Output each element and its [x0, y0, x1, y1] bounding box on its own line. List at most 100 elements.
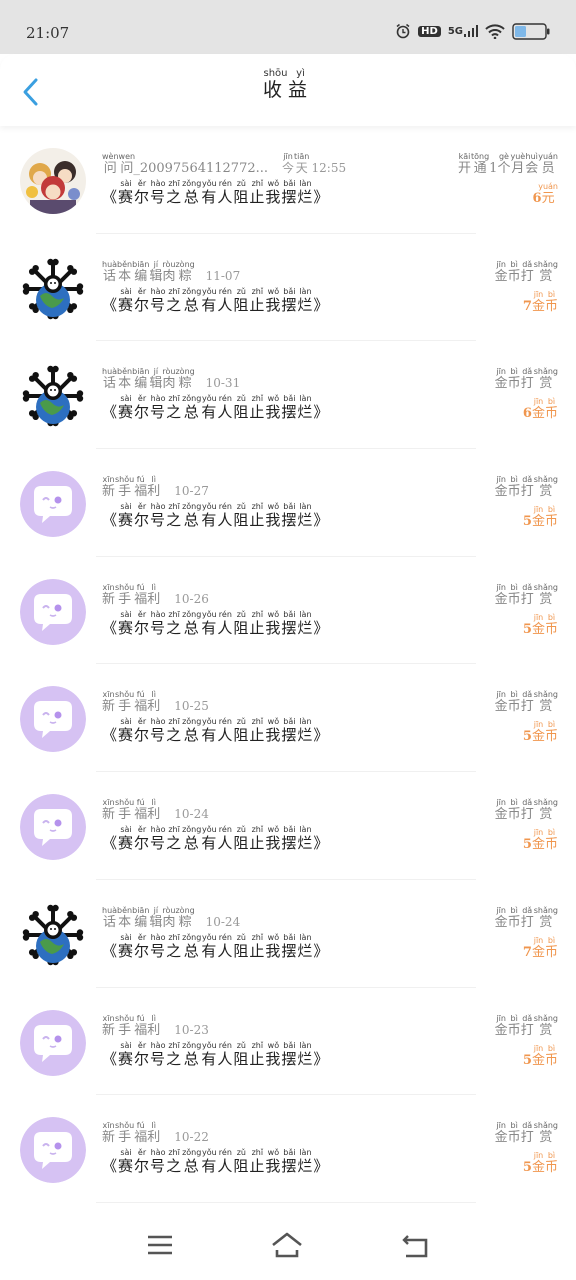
avatar[interactable] — [20, 794, 86, 861]
list-item[interactable]: 新xīn手shǒu福fú利lì 10-22 《赛sài尔ěr号hào之zhī总zǒn… — [0, 1095, 576, 1203]
list-item[interactable]: 话huà本běn编biān辑jí肉ròu粽zòng 10-24 《赛sài尔ěr号h… — [0, 880, 576, 988]
source-name: 话huà本běn编biān辑jí肉ròu粽zòng — [102, 367, 195, 392]
unit-char: 币bì — [544, 289, 558, 314]
unit-char: 金jīn — [531, 1043, 545, 1068]
avatar[interactable] — [20, 255, 86, 322]
unit-char: 币bì — [544, 1043, 558, 1068]
book-title-char: 总zǒng — [182, 717, 202, 745]
source-char: 辑jí — [149, 367, 163, 392]
book-title-char: 号hào — [150, 932, 167, 960]
item-type: 金jīn币bì打dǎ赏shǎng — [495, 475, 558, 499]
hd-icon: HD — [418, 25, 441, 37]
avatar[interactable] — [20, 686, 86, 753]
source-char: 粽zòng — [175, 367, 195, 392]
book-title-char: 号hào — [150, 609, 167, 637]
avatar[interactable] — [20, 578, 86, 645]
list-item[interactable]: 新xīn手shǒu福fú利lì 10-27 《赛sài尔ěr号hào之zhī总zǒn… — [0, 449, 576, 557]
avatar[interactable] — [20, 1117, 86, 1184]
type-char: 会huì — [525, 152, 539, 176]
type-char: 赏shǎng — [533, 690, 558, 715]
book-title-char: 总zǒng — [182, 1040, 202, 1068]
source-char: 粽zòng — [175, 905, 195, 930]
book-title-char: 尔ěr — [134, 825, 151, 853]
header: 收shōu益yì — [0, 54, 576, 126]
menu-nav-button[interactable] — [143, 1230, 177, 1260]
item-type: 金jīn币bì打dǎ赏shǎng — [495, 367, 558, 391]
avatar[interactable] — [20, 471, 86, 538]
source-char: 编biān — [132, 259, 150, 284]
item-type: 金jīn币bì打dǎ赏shǎng — [495, 798, 558, 822]
list-item[interactable]: 新xīn手shǒu福fú利lì 10-24 《赛sài尔ěr号hào之zhī总zǒn… — [0, 772, 576, 880]
time-char: 天tiān — [294, 152, 310, 175]
list-item[interactable]: 话huà本běn编biān辑jí肉ròu粽zòng 11-07 《赛sài尔ěr号h… — [0, 234, 576, 342]
book-title-char: 我wǒ — [265, 1148, 282, 1176]
book-title-char: 阻zǔ — [233, 502, 250, 530]
item-amount: 6金jīn币bì — [523, 397, 558, 421]
unit-char: 币bì — [544, 828, 558, 853]
amount-value: 5 — [522, 1160, 532, 1176]
source-char: 利lì — [147, 582, 161, 607]
source-char: 利lì — [147, 475, 161, 500]
list-item[interactable]: 话huà本běn编biān辑jí肉ròu粽zòng 10-31 《赛sài尔ěr号h… — [0, 341, 576, 449]
book-title-char: 人rén — [217, 394, 234, 422]
status-bar: 21:07 HD 5G — [0, 0, 576, 54]
type-char: 币bì — [507, 798, 521, 823]
book-title-char: 尔ěr — [134, 609, 151, 637]
home-nav-button[interactable] — [270, 1230, 304, 1260]
back-nav-button[interactable] — [398, 1230, 432, 1260]
list-item[interactable]: 问wèn问wen_20097564112772... 今jīn天tiān 12:5… — [0, 126, 576, 234]
avatar[interactable] — [20, 901, 86, 968]
book-title-char: 有yǒu — [201, 502, 218, 530]
book-title-char: 人rén — [217, 717, 234, 745]
list-item[interactable]: 新xīn手shǒu福fú利lì 10-23 《赛sài尔ěr号hào之zhī总zǒn… — [0, 988, 576, 1096]
amount-value: 5 — [522, 514, 532, 530]
book-title: 《赛sài尔ěr号hào之zhī总zǒng有yǒu人rén阻zǔ止zhǐ我wǒ摆… — [102, 179, 330, 206]
item-amount: 5金jīn币bì — [523, 828, 558, 852]
item-amount: 5金jīn币bì — [523, 1044, 558, 1068]
list-item[interactable]: 新xīn手shǒu福fú利lì 10-25 《赛sài尔ěr号hào之zhī总zǒn… — [0, 664, 576, 772]
book-title-char: 之zhī — [166, 609, 183, 637]
book-title-char: 摆bǎi — [281, 394, 298, 422]
item-time: 11-07 — [205, 268, 241, 283]
source-name: 新xīn手shǒu福fú利lì — [102, 798, 160, 823]
source-char: 手shǒu — [115, 690, 135, 715]
book-title-char: 烂làn — [297, 717, 314, 745]
source-char: 粽zòng — [175, 259, 195, 284]
source-char: 本běn — [117, 259, 133, 284]
item-time: 10-26 — [174, 591, 209, 606]
anime-group-avatar-icon — [20, 148, 86, 214]
item-amount: 7金jīn币bì — [523, 290, 558, 314]
amount-value: 5 — [522, 1052, 532, 1068]
book-title-char: 总zǒng — [182, 609, 202, 637]
avatar[interactable] — [20, 363, 86, 430]
type-char: 打dǎ — [520, 259, 534, 284]
chat-bubble-avatar-icon — [20, 578, 86, 645]
book-title: 《赛sài尔ěr号hào之zhī总zǒng有yǒu人rén阻zǔ止zhǐ我wǒ摆… — [102, 717, 330, 745]
unit-char: 币bì — [544, 935, 558, 960]
amount-value: 5 — [522, 837, 532, 853]
book-title-char: 止zhǐ — [249, 179, 266, 206]
list-item[interactable]: 新xīn手shǒu福fú利lì 10-26 《赛sài尔ěr号hào之zhī总zǒn… — [0, 557, 576, 665]
book-title-char: 摆bǎi — [281, 825, 298, 853]
book-title-char: 之zhī — [166, 286, 183, 314]
book-title-char: 人rén — [217, 1148, 234, 1176]
source-char: 手shǒu — [115, 1121, 135, 1146]
avatar[interactable] — [20, 1009, 86, 1076]
source-name: 新xīn手shǒu福fú利lì — [102, 1121, 160, 1146]
book-title-char: 赛sài — [118, 932, 135, 960]
bone-earth-avatar-icon — [20, 901, 86, 968]
book-title-char: 总zǒng — [182, 394, 202, 422]
type-char: 币bì — [507, 1121, 521, 1146]
item-source: 话huà本běn编biān辑jí肉ròu粽zòng 11-07 — [102, 260, 240, 284]
source-char: 话huà — [102, 905, 118, 930]
source-char: 福fú — [134, 475, 148, 500]
source-char: 新xīn — [102, 798, 116, 823]
avatar[interactable] — [20, 148, 86, 214]
book-title-char: 尔ěr — [134, 286, 151, 314]
book-title-char: 烂làn — [297, 286, 314, 314]
book-title-char: 止zhǐ — [249, 717, 266, 745]
amount-value: 5 — [522, 729, 532, 745]
unit-char: 元yuán — [538, 182, 558, 206]
book-title-char: 赛sài — [118, 502, 135, 530]
book-title: 《赛sài尔ěr号hào之zhī总zǒng有yǒu人rén阻zǔ止zhǐ我wǒ摆… — [102, 609, 330, 637]
